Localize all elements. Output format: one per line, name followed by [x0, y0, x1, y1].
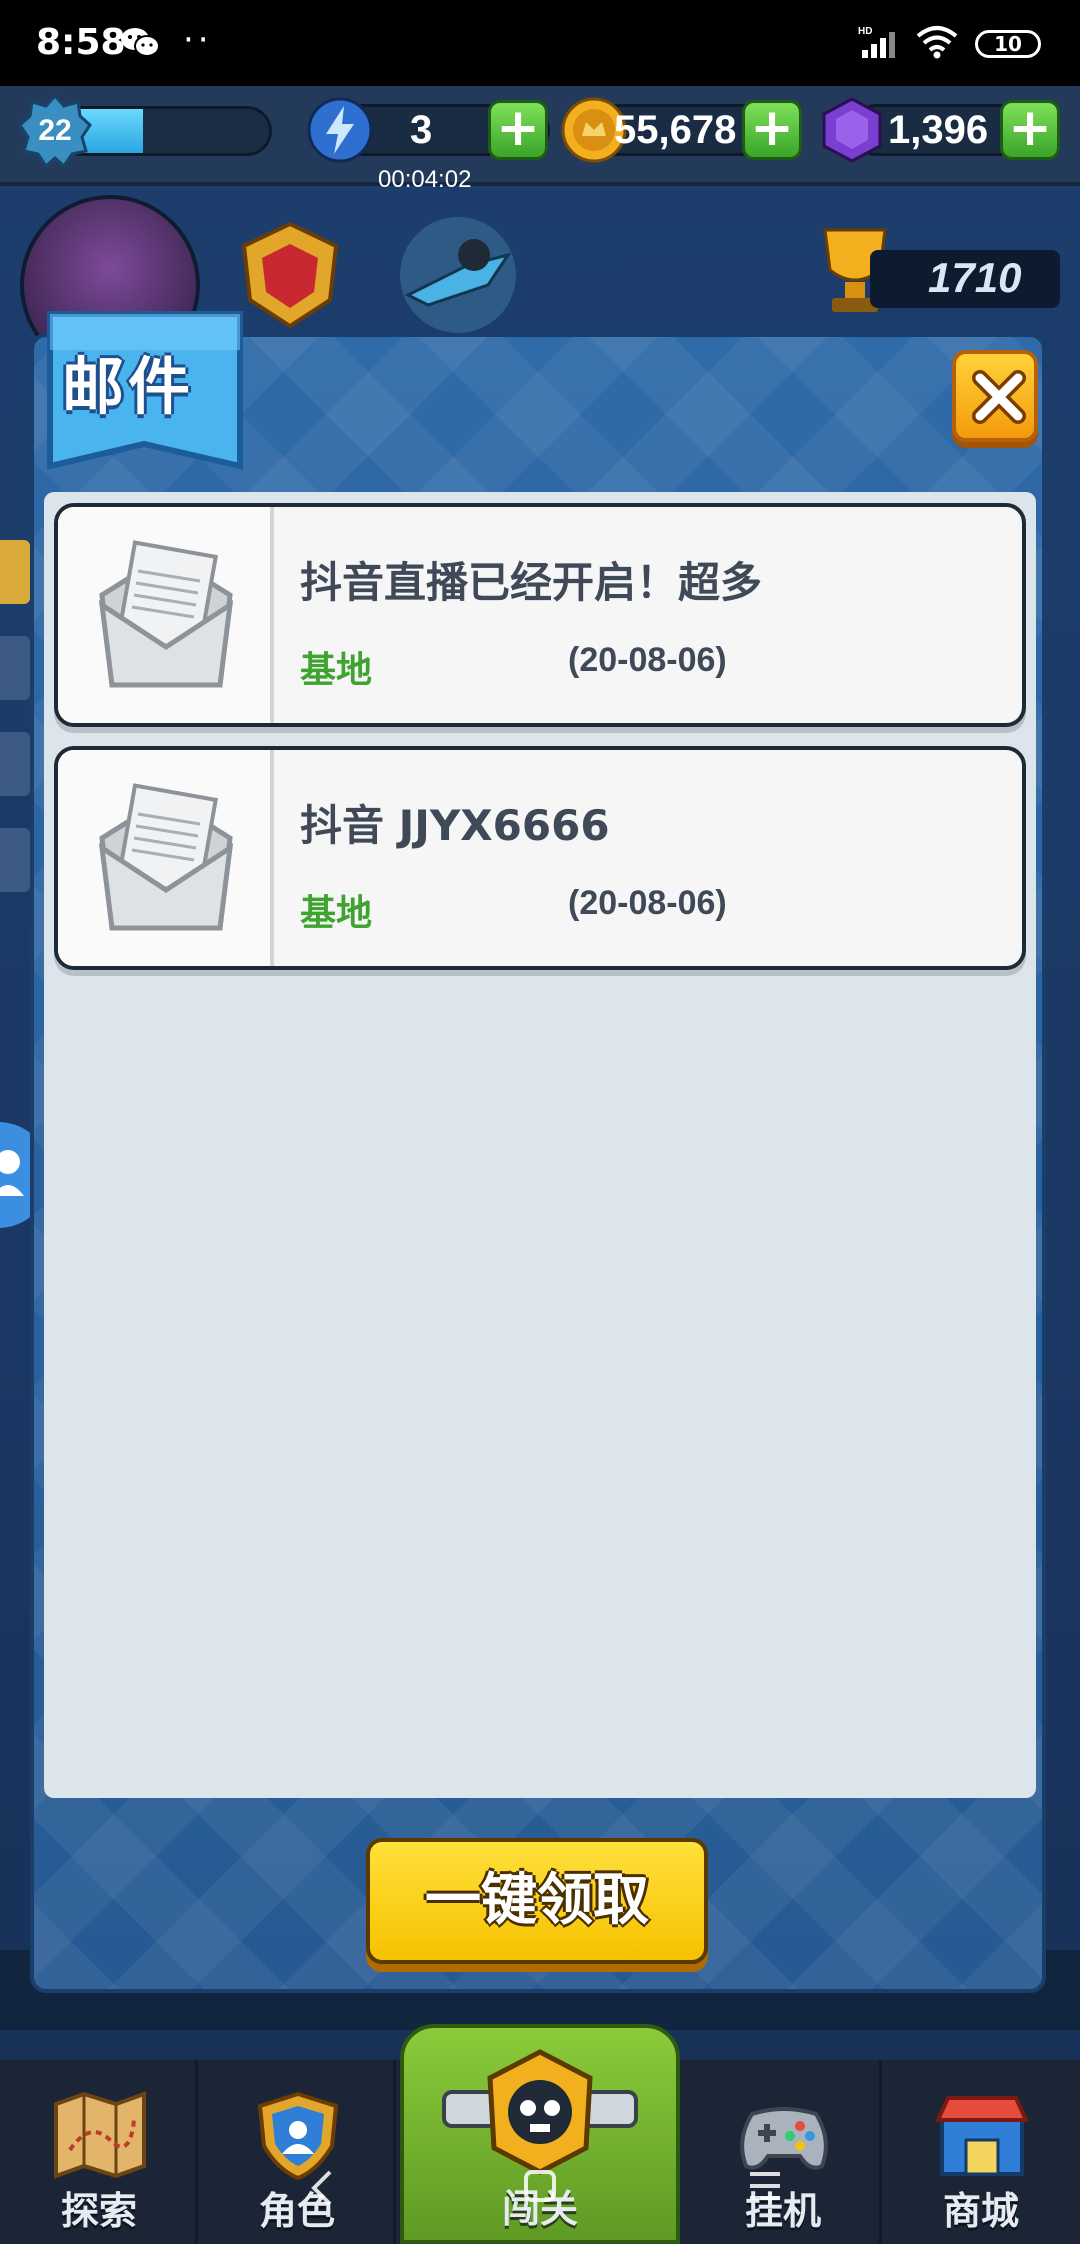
mail-title: 抖音直播已经开启！超多 — [300, 558, 763, 607]
energy-icon — [307, 97, 373, 163]
battery-level: 10 — [994, 32, 1022, 56]
map-icon — [54, 2091, 146, 2179]
wifi-icon — [916, 26, 958, 59]
side-tab-4[interactable] — [0, 828, 30, 892]
trophy-score-box: 1710 — [870, 250, 1060, 308]
add-gold-button[interactable]: + — [742, 100, 802, 160]
side-tab-3[interactable] — [0, 732, 30, 796]
rank-icon[interactable] — [230, 220, 350, 330]
claim-all-button[interactable]: 一键领取 — [366, 1838, 708, 1964]
jet-icon[interactable] — [388, 215, 528, 335]
shop-icon — [934, 2096, 1030, 2176]
wechat-icon — [121, 28, 160, 57]
mail-date: (20-08-06) — [568, 884, 727, 922]
add-energy-button[interactable]: + — [488, 100, 548, 160]
mail-source: 基地 — [300, 650, 373, 691]
shield-icon — [257, 2091, 339, 2180]
mail-item[interactable]: 抖音直播已经开启！超多 基地 (20-08-06) — [54, 503, 1026, 727]
nav-shop[interactable]: 商城 — [882, 2060, 1080, 2244]
open-envelope-icon — [98, 783, 234, 931]
dialog-title: 邮件 — [62, 350, 195, 423]
resource-bar: 22 3 + 00:04:02 55,678 + 1,396 + — [0, 86, 1080, 193]
nav-explore[interactable]: 探索 — [0, 2060, 198, 2244]
status-time: 8:58 — [36, 22, 126, 63]
side-tab-2[interactable] — [0, 636, 30, 700]
add-gem-button[interactable]: + — [1000, 100, 1060, 160]
nav-label: 商城 — [942, 2189, 1019, 2233]
nav-character[interactable]: 角色 — [198, 2060, 396, 2244]
status-dots: ·· — [183, 20, 213, 60]
network-label: HD — [858, 26, 872, 37]
nav-label: 闯关 — [501, 2187, 578, 2231]
nav-stage[interactable]: 闯关 — [400, 2024, 680, 2244]
gem-icon — [822, 97, 882, 163]
level-number: 22 — [38, 114, 72, 147]
nav-idle[interactable]: 挂机 — [684, 2060, 882, 2244]
gamepad-icon — [740, 2107, 828, 2170]
mail-icon-cell — [58, 750, 274, 966]
nav-label: 挂机 — [744, 2189, 821, 2233]
skull-icon — [442, 2049, 638, 2175]
nav-label: 角色 — [258, 2189, 335, 2233]
mail-date: (20-08-06) — [568, 641, 727, 679]
mail-item[interactable]: 抖音 JJYX6666 基地 (20-08-06) — [54, 746, 1026, 970]
close-icon — [972, 370, 1026, 424]
mail-title: 抖音 JJYX6666 — [300, 801, 610, 850]
energy-value: 3 — [410, 108, 433, 152]
nav-label: 探索 — [60, 2189, 137, 2233]
gold-value: 55,678 — [614, 108, 737, 152]
trophy-score: 1710 — [928, 254, 1022, 301]
open-envelope-icon — [98, 540, 234, 688]
screen: { "status_bar": { "time": "8:58", "dots"… — [0, 0, 1080, 2244]
gem-value: 1,396 — [888, 108, 989, 152]
close-button[interactable] — [952, 350, 1038, 442]
mail-source: 基地 — [300, 893, 373, 934]
mail-icon-cell — [58, 507, 274, 723]
side-tab-1[interactable] — [0, 540, 30, 604]
energy-timer: 00:04:02 — [378, 166, 472, 193]
signal-icon: HD — [858, 26, 895, 58]
status-bar: 8:58 ·· HD 10 — [0, 0, 1080, 86]
battery-icon: 10 — [975, 30, 1041, 58]
